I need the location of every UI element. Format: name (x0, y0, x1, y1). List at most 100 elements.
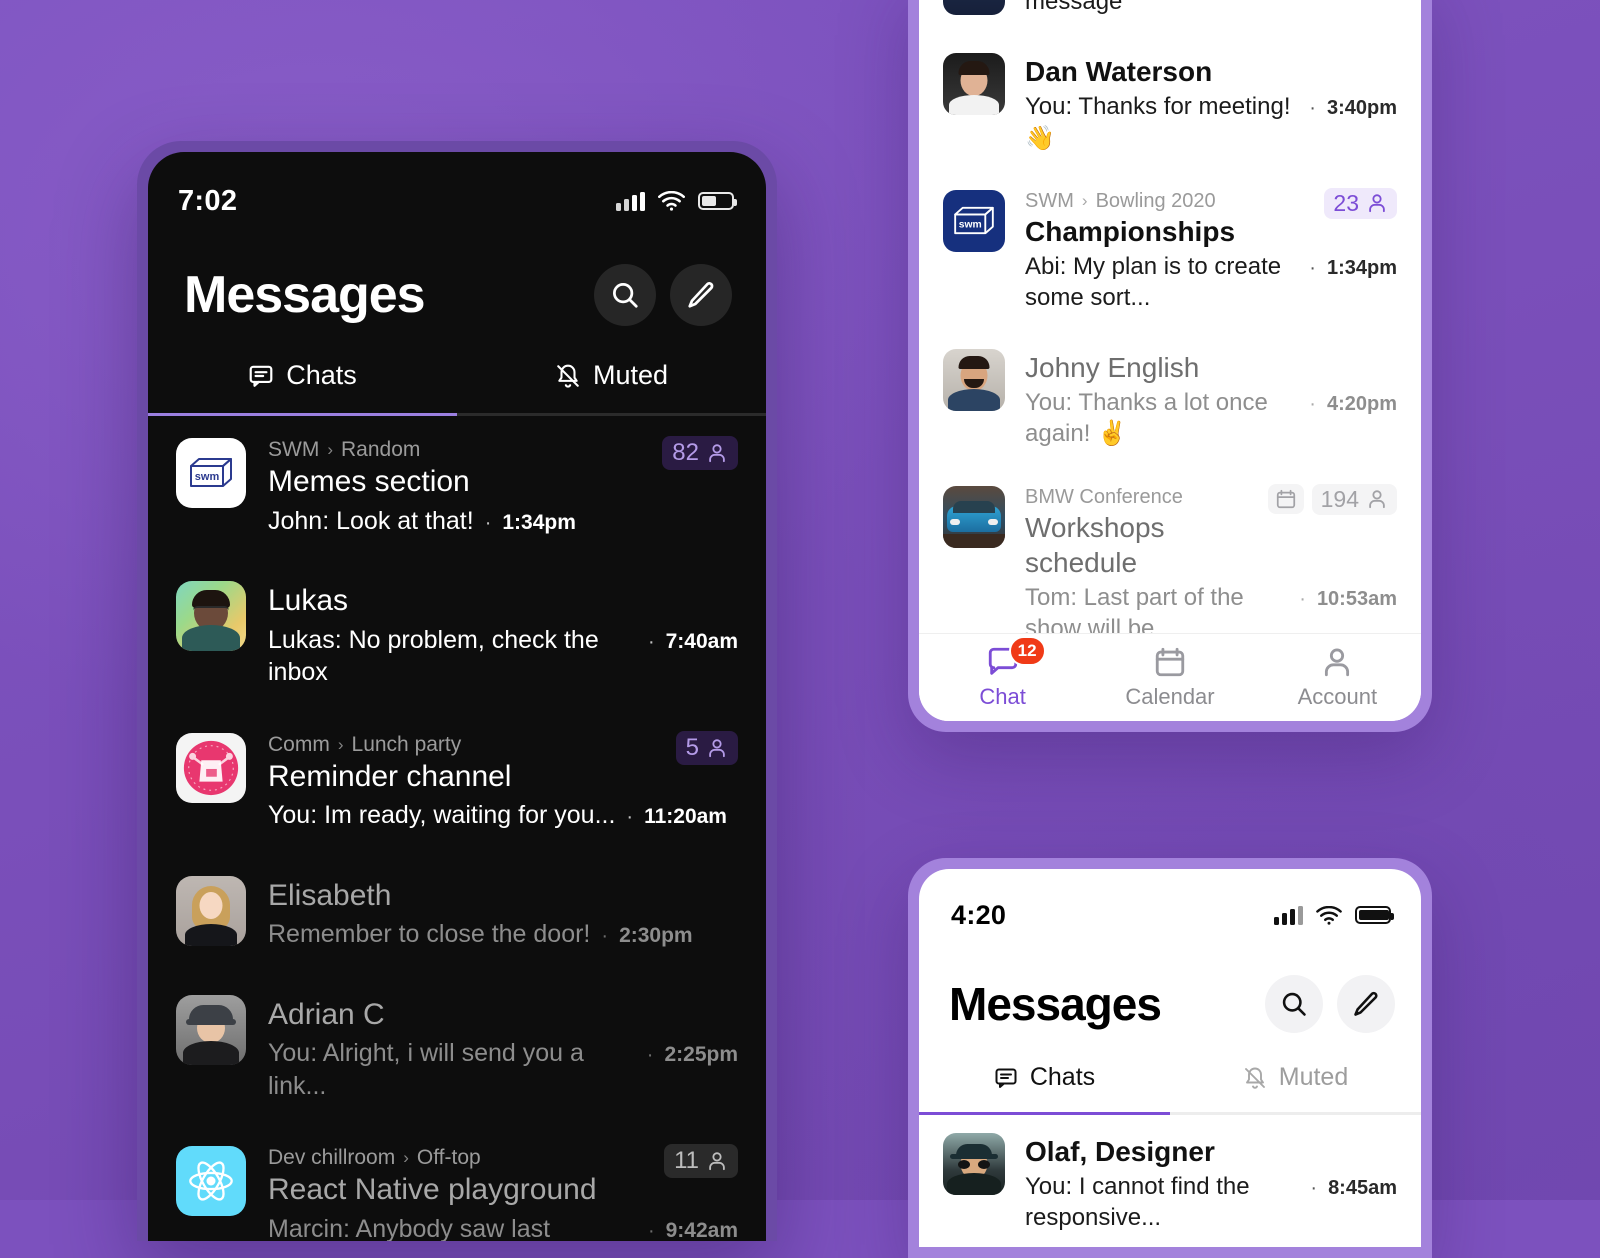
chat-list-item[interactable]: Dan Waterson You: Thanks for meeting! 👋 … (919, 35, 1421, 171)
breadcrumb-segment: Off-top (416, 1146, 481, 1169)
chat-row-heading: Dan Waterson (1025, 53, 1212, 89)
chat-row-heading: Johny English (1025, 349, 1199, 385)
person-icon (1369, 194, 1385, 213)
search-button[interactable] (594, 264, 656, 326)
chat-list-item[interactable]: Dev chillroom › Off-top React Native playgr… (148, 1124, 766, 1241)
chat-timestamp: 1:34pm (502, 510, 576, 534)
person-icon (709, 1152, 725, 1171)
chat-list-item[interactable]: swm SWM › Random Memes section 82 John: Loo… (148, 416, 766, 559)
tab-muted[interactable]: Muted (457, 360, 766, 413)
separator-dot: · (646, 1044, 654, 1066)
svg-text:swm: swm (959, 219, 982, 230)
chat-preview-text: You: Thanks a lot once again! ✌️ (1025, 389, 1268, 448)
chat-preview-text: You: Alright, i will send you a link... (268, 1039, 584, 1100)
chat-timestamp: 10:53am (1316, 587, 1397, 610)
tab-chats[interactable]: Chats (919, 1063, 1170, 1112)
chat-list-item[interactable]: Lukas Lukas: No problem, check the inbox… (148, 559, 766, 711)
chat-preview-text: Andri: Place for last message (1025, 0, 1123, 16)
bottom-right-phone-mockup: 4:20 Messages Chats Muted Olaf, Designer… (908, 858, 1432, 1258)
bottom-navigation[interactable]: 12 Chat Calendar Account (919, 633, 1421, 721)
chat-preview-line: Marcin: Anybody saw last section... · 9:… (268, 1213, 738, 1242)
member-count-badge: 23 (1324, 187, 1397, 219)
status-bar: 4:20 (919, 869, 1421, 941)
page-title: Messages (949, 978, 1162, 1030)
chat-list[interactable]: Andri: Place for last message · 3:45pm D… (919, 0, 1421, 721)
chat-row-badges: 194 (1267, 483, 1397, 515)
chat-row-top: Elisabeth (268, 876, 738, 915)
dark-phone-screen: 7:02 Messages Chats Muted swm SWM › Rand… (148, 152, 766, 1241)
chat-row-badges: 11 (664, 1144, 738, 1178)
chat-preview-line: You: Thanks for meeting! 👋 · 3:40pm (1025, 91, 1397, 153)
chat-list[interactable]: swm SWM › Random Memes section 82 John: Loo… (148, 416, 766, 1241)
nav-item-account[interactable]: Account (1254, 645, 1421, 710)
svg-text:swm: swm (195, 471, 220, 483)
avatar (176, 1146, 246, 1216)
chat-list-item[interactable]: Adrian C You: Alright, i will send you a… (148, 973, 766, 1125)
chat-preview-line: You: I cannot find the responsive... · 8… (1025, 1171, 1397, 1233)
chat-title: Championships (1025, 215, 1236, 247)
chat-row-heading: Lukas (268, 581, 348, 620)
tab-chats[interactable]: Chats (148, 360, 457, 413)
chat-row-top: BMW Conference Workshops schedule 194 (1025, 483, 1397, 580)
chat-row-badges: 82 (662, 436, 738, 470)
breadcrumb: Comm › Lunch party (268, 733, 511, 757)
chat-row-heading: Comm › Lunch party Reminder channel (268, 733, 511, 796)
chat-row-heading: Adrian C (268, 995, 385, 1034)
search-icon (613, 283, 638, 308)
wifi-icon (1316, 905, 1342, 925)
chat-preview-text: You: Thanks for meeting! 👋 (1025, 93, 1291, 152)
search-button[interactable] (1265, 975, 1323, 1033)
signal-icon (616, 191, 645, 211)
breadcrumb-segment: Random (341, 438, 421, 461)
breadcrumb-separator: › (403, 1148, 409, 1167)
tab-chats-label: Chats (1029, 1063, 1096, 1091)
tab-bar: Chats Muted (148, 360, 766, 413)
chat-list-item[interactable]: Andri: Place for last message · 3:45pm (919, 0, 1421, 35)
chat-preview-text: Remember to close the door! (268, 920, 591, 948)
chat-row-heading: Dev chillroom › Off-top React Native playgr… (268, 1146, 597, 1209)
chat-list-item[interactable]: Olaf, Designer You: I cannot find the re… (919, 1115, 1421, 1247)
chat-list[interactable]: Olaf, Designer You: I cannot find the re… (919, 1115, 1421, 1247)
chat-row-heading: Elisabeth (268, 876, 391, 915)
chat-row-body: BMW Conference Workshops schedule 194 Tom… (1025, 483, 1397, 644)
chat-row-body: Lukas Lukas: No problem, check the inbox… (268, 581, 738, 689)
avatar (176, 875, 246, 946)
breadcrumb-segment: Comm (268, 732, 330, 756)
person-icon (709, 444, 725, 463)
chat-preview-text: Abi: My plan is to create some sort... (1025, 252, 1282, 311)
separator-dot: · (647, 1219, 655, 1242)
chat-row-top: Dev chillroom › Off-top React Native playgr… (268, 1144, 738, 1209)
chat-row-badges: 23 (1324, 187, 1397, 219)
app-header: Messages (148, 228, 766, 326)
chat-row-top: SWM › Bowling 2020 Championships 23 (1025, 187, 1397, 249)
chat-list-item[interactable]: Elisabeth Remember to close the door! · … (148, 854, 766, 973)
chat-row-body: Elisabeth Remember to close the door! · … (268, 876, 738, 951)
pencil-icon (688, 282, 714, 308)
chat-preview-text: You: Im ready, waiting for you... (268, 801, 616, 829)
status-icons (1274, 905, 1394, 925)
chat-row-body: SWM › Random Memes section 82 John: Look at… (268, 436, 738, 537)
compose-button[interactable] (670, 264, 732, 326)
pencil-icon (1354, 991, 1378, 1016)
breadcrumb-segment: Dev chillroom (268, 1146, 396, 1169)
chat-row-top: Comm › Lunch party Reminder channel 5 (268, 730, 738, 796)
nav-item-calendar[interactable]: Calendar (1086, 645, 1253, 710)
compose-button[interactable] (1337, 975, 1395, 1033)
chat-list-item[interactable]: swm SWM › Bowling 2020 Championships 23 Abi… (919, 172, 1421, 331)
top-right-phone-mockup: Andri: Place for last message · 3:45pm D… (908, 0, 1432, 732)
tab-bar: Chats Muted (919, 1063, 1421, 1112)
tab-muted[interactable]: Muted (1170, 1063, 1421, 1112)
chat-title: Workshops schedule (1025, 511, 1165, 578)
status-icons (616, 191, 737, 211)
chat-preview-line: You: Thanks a lot once again! ✌️ · 4:20p… (1025, 387, 1397, 449)
calendar-icon (1276, 489, 1295, 509)
status-time: 7:02 (178, 184, 238, 217)
breadcrumb: SWM › Bowling 2020 (1025, 190, 1235, 213)
nav-item-chat[interactable]: 12 Chat (919, 636, 1086, 710)
chat-title: Dan Waterson (1025, 56, 1213, 88)
chat-list-item[interactable]: Johny English You: Thanks a lot once aga… (919, 331, 1421, 467)
chat-list-item[interactable]: Comm › Lunch party Reminder channel 5 You: … (148, 711, 766, 854)
separator-dot: · (1309, 256, 1316, 279)
page-title: Messages (184, 266, 426, 324)
separator-dot: · (601, 925, 609, 947)
